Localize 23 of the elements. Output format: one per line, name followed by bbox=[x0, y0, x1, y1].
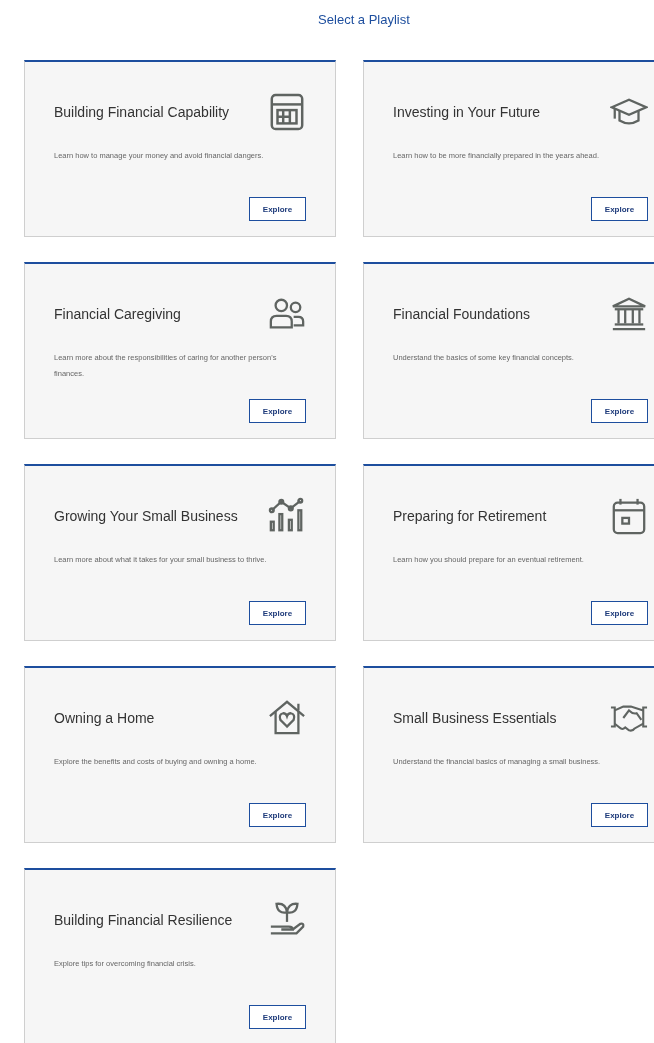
explore-button[interactable]: Explore bbox=[591, 601, 648, 625]
playlist-title: Growing Your Small Business bbox=[54, 509, 238, 523]
calendar-icon bbox=[610, 497, 648, 535]
playlist-title: Building Financial Capability bbox=[54, 105, 230, 119]
explore-button[interactable]: Explore bbox=[591, 399, 648, 423]
explore-button[interactable]: Explore bbox=[249, 1005, 306, 1029]
explore-button[interactable]: Explore bbox=[249, 601, 306, 625]
playlist-title: Small Business Essentials bbox=[393, 711, 557, 725]
explore-button[interactable]: Explore bbox=[249, 399, 306, 423]
calculator-icon bbox=[268, 93, 306, 131]
page-heading: Select a Playlist bbox=[318, 12, 410, 27]
bank-icon bbox=[610, 295, 648, 333]
house-heart-icon bbox=[268, 699, 306, 737]
playlist-title: Investing in Your Future bbox=[393, 105, 541, 119]
explore-button[interactable]: Explore bbox=[591, 803, 648, 827]
playlist-title: Financial Caregiving bbox=[54, 307, 181, 321]
explore-button[interactable]: Explore bbox=[249, 197, 306, 221]
playlist-title: Owning a Home bbox=[54, 711, 155, 725]
explore-button[interactable]: Explore bbox=[591, 197, 648, 221]
playlist-title: Financial Foundations bbox=[393, 307, 530, 321]
playlist-title: Preparing for Retirement bbox=[393, 509, 547, 523]
playlist-title: Building Financial Resilience bbox=[54, 913, 233, 927]
explore-button[interactable]: Explore bbox=[249, 803, 306, 827]
